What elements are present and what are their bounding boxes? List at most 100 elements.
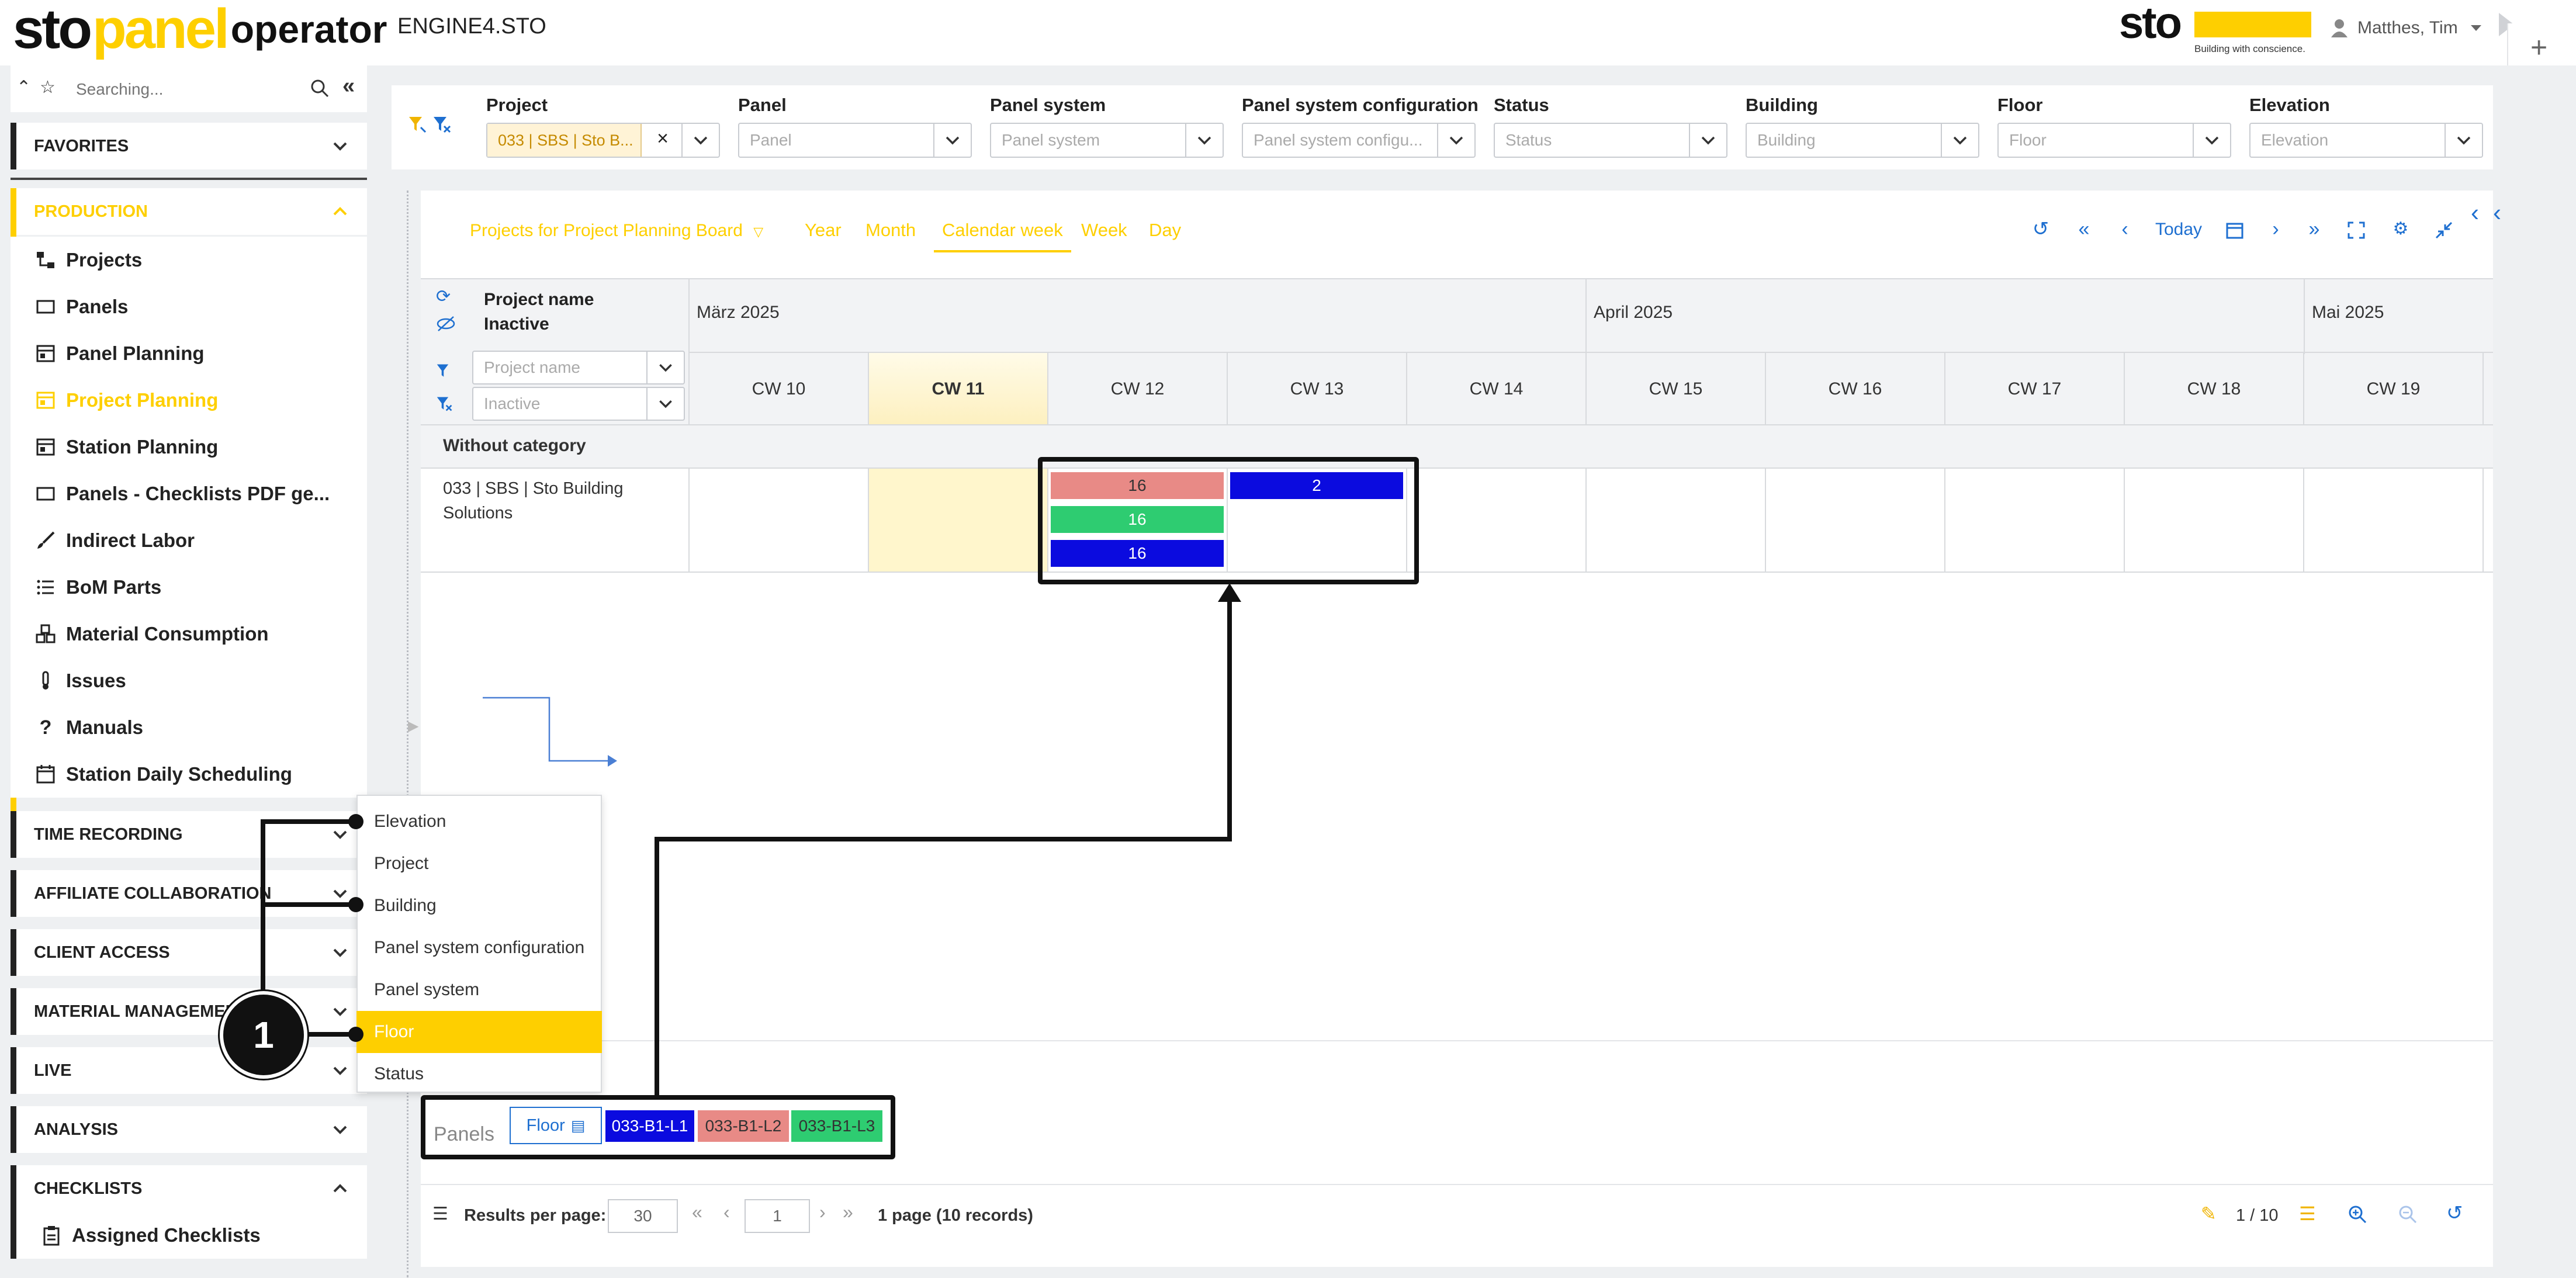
splitter-arrow-icon[interactable]: ▶ [408,718,418,735]
sidebar-search-input[interactable] [75,75,309,104]
add-icon[interactable]: + [2530,30,2547,64]
collapse-all-icon[interactable]: ⌃ [16,77,31,98]
undo-icon[interactable]: ↺ [2029,217,2052,241]
project-name-filter-input[interactable]: Project name [472,351,685,385]
results-per-page-input[interactable]: 30 [608,1199,678,1233]
filter-clear-icon[interactable] [432,115,452,134]
today-button[interactable]: Today [2155,220,2202,240]
view-month[interactable]: Month [865,220,916,241]
double-chevron-right-icon[interactable]: » [2303,217,2326,241]
search-icon[interactable] [310,78,330,98]
filter-building[interactable]: Building [1746,123,1979,158]
sidebar-item-assigned-checklists[interactable]: Assigned Checklists [11,1212,367,1259]
settings-icon[interactable]: ⚙ [2389,217,2412,241]
sidebar-item-panels[interactable]: Panels [11,283,367,330]
reset-icon[interactable]: ↺ [2446,1201,2463,1225]
panel-chevron-left-icon[interactable]: ‹ [2471,199,2479,227]
view-year[interactable]: Year [805,220,842,241]
view-day[interactable]: Day [1149,220,1181,241]
indent-icon[interactable]: ☰ [2299,1203,2316,1225]
chevron-right-icon[interactable]: › [2264,217,2287,241]
chevron-down-icon[interactable] [1437,124,1474,157]
sidebar-item-station-daily-scheduling[interactable]: Station Daily Scheduling [11,751,367,798]
page-number-input[interactable]: 1 [745,1199,810,1233]
filter-apply-icon[interactable] [436,362,453,380]
option-elevation[interactable]: Elevation [356,801,602,843]
filter-floor[interactable]: Floor [1997,123,2231,158]
section-production[interactable]: PRODUCTION [11,188,367,235]
user-name: Matthes, Tim [2357,18,2458,37]
chevron-down-icon[interactable] [933,124,971,157]
first-page-icon[interactable]: « [692,1201,702,1223]
col-project-name[interactable]: Project name [484,290,594,310]
chevron-left-icon[interactable]: ‹ [2113,217,2137,241]
chevron-down-icon[interactable] [646,388,684,420]
chevron-down-icon[interactable] [1689,124,1726,157]
sidebar-item-projects[interactable]: Projects [11,237,367,283]
view-week[interactable]: Week [1081,220,1127,241]
collapse-icon[interactable] [2435,221,2453,240]
next-page-icon[interactable]: › [819,1201,826,1223]
app-title: ENGINE4.STO [397,14,546,39]
sidebar-item-indirect-labor[interactable]: Indirect Labor [11,517,367,564]
favorite-star-icon[interactable]: ☆ [40,77,56,98]
chevron-down-icon[interactable] [2193,124,2230,157]
option-panel-system[interactable]: Panel system [356,969,602,1011]
collapse-sidebar-icon[interactable]: « [342,74,355,99]
highlighter-icon[interactable]: ✎ [2201,1203,2217,1225]
sidebar-item-material-consumption[interactable]: Material Consumption [11,611,367,657]
chevron-down-icon[interactable] [1185,124,1223,157]
section-client-access[interactable]: CLIENT ACCESS [11,929,367,976]
filter-panel[interactable]: Panel [738,123,972,158]
filter-project[interactable]: 033 | SBS | Sto B... × [486,123,720,158]
sidebar-item-bom-parts[interactable]: BoM Parts [11,564,367,611]
sidebar-item-panel-planning[interactable]: Panel Planning [11,330,367,377]
sidebar-item-issues[interactable]: Issues [11,657,367,704]
filter-status[interactable]: Status [1494,123,1727,158]
chevron-down-icon[interactable] [646,352,684,383]
col-inactive[interactable]: Inactive [484,314,549,334]
inactive-filter-input[interactable]: Inactive [472,387,685,421]
chevron-down-icon[interactable] [2445,124,2482,157]
sidebar-item-station-planning[interactable]: Station Planning [11,424,367,470]
section-favorites[interactable]: FAVORITES [11,123,367,169]
section-material-management[interactable]: MATERIAL MANAGEMENT [11,988,367,1035]
fullscreen-icon[interactable] [2347,221,2366,240]
refresh-icon[interactable]: ⟳ [436,286,451,307]
view-calendar-week[interactable]: Calendar week [934,220,1071,252]
chevron-down-icon[interactable] [1941,124,1978,157]
option-status[interactable]: Status [356,1053,602,1095]
section-checklists[interactable]: CHECKLISTS [11,1165,367,1212]
section-time-recording[interactable]: TIME RECORDING [11,811,367,858]
sidebar-item-project-planning[interactable]: Project Planning [11,377,367,424]
calendar-icon[interactable] [2225,221,2244,240]
page-summary: 1 page (10 records) [878,1206,1033,1225]
prev-page-icon[interactable]: ‹ [723,1201,730,1223]
filter-elevation[interactable]: Elevation [2249,123,2483,158]
zoom-out-icon[interactable] [2398,1205,2417,1224]
option-building[interactable]: Building [356,885,602,927]
section-live[interactable]: LIVE [11,1047,367,1094]
hide-inactive-icon[interactable] [436,316,456,332]
option-project[interactable]: Project [356,843,602,885]
data-row[interactable] [421,469,2493,573]
filter-panel-system-configuration[interactable]: Panel system configu... [1242,123,1476,158]
sidebar-item-manuals[interactable]: ? Manuals [11,704,367,751]
section-affiliate-collaboration[interactable]: AFFILIATE COLLABORATION [11,870,367,917]
double-chevron-left-icon[interactable]: « [2072,217,2096,241]
last-page-icon[interactable]: » [843,1201,853,1223]
filter-apply-icon[interactable] [408,115,428,134]
panel-chevron-left-icon-2[interactable]: ‹ [2493,199,2501,227]
sidebar-item-panels-checklists-pdf[interactable]: Panels - Checklists PDF ge... [11,470,367,517]
app-logo[interactable]: sto panel operator [13,0,387,60]
filter-clear-icon[interactable] [436,395,453,413]
filter-panel-system[interactable]: Panel system [990,123,1224,158]
user-menu[interactable]: Matthes, Tim [2331,15,2482,41]
clear-x-icon[interactable]: × [645,127,680,153]
option-floor[interactable]: Floor [356,1011,602,1053]
section-analysis[interactable]: ANALYSIS [11,1106,367,1153]
view-select[interactable]: Projects for Project Planning Board ▽ [470,221,763,241]
option-panel-system-configuration[interactable]: Panel system configuration [356,927,602,969]
zoom-in-icon[interactable] [2348,1205,2367,1224]
chevron-down-icon[interactable] [681,124,719,157]
